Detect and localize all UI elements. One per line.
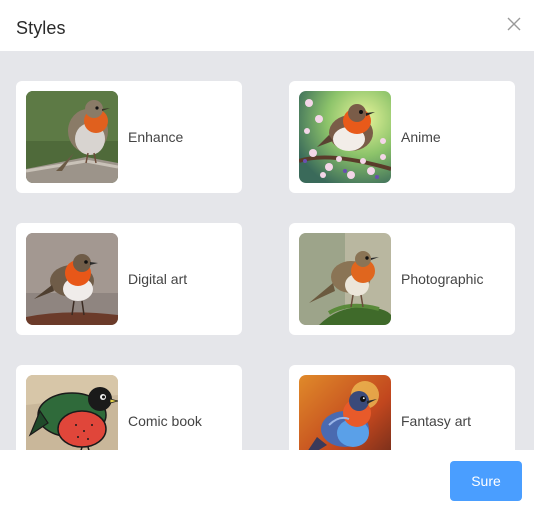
style-label: Anime [401, 129, 441, 145]
robin-digital-art-thumbnail [26, 233, 118, 325]
robin-fantasy-thumbnail [299, 375, 391, 450]
style-label: Comic book [128, 413, 202, 429]
style-card-digital-art[interactable]: Digital art [16, 223, 242, 335]
dialog-header: Styles [0, 0, 534, 51]
style-label: Fantasy art [401, 413, 472, 429]
robin-anime-thumbnail [299, 91, 391, 183]
style-card-anime[interactable]: Anime [289, 81, 515, 193]
style-label: Enhance [128, 129, 184, 145]
style-card-comic-book[interactable]: Comic book [16, 365, 242, 450]
styles-grid: Enhance Anime Digital art Photographic C… [0, 51, 534, 450]
robin-photo-thumbnail [26, 91, 118, 183]
robin-comic-thumbnail [26, 375, 118, 450]
style-card-fantasy-art[interactable]: Fantasy art [289, 365, 515, 450]
style-label: Photographic [401, 271, 484, 287]
styles-dialog: Styles Enhance Anime Digital art Photogr… [0, 0, 534, 508]
style-card-enhance[interactable]: Enhance [16, 81, 242, 193]
style-card-photographic[interactable]: Photographic [289, 223, 515, 335]
style-label: Digital art [128, 271, 188, 287]
dialog-title: Styles [16, 18, 66, 38]
sure-button[interactable]: Sure [450, 461, 522, 501]
close-icon[interactable] [504, 14, 524, 34]
robin-photographic-thumbnail [299, 233, 391, 325]
dialog-footer: Sure [0, 450, 534, 508]
